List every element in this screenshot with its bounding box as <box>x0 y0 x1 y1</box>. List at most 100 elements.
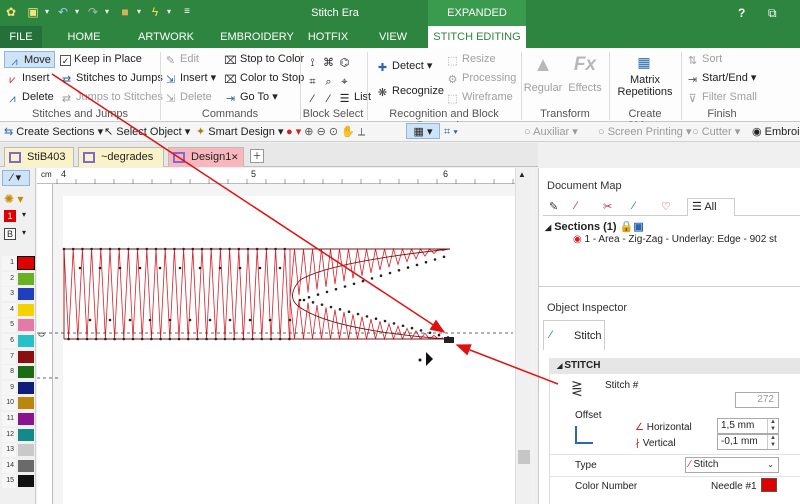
stitch-point[interactable] <box>198 266 202 270</box>
stitch-point[interactable] <box>182 247 185 251</box>
stitch-point[interactable] <box>90 247 93 251</box>
stitch-point[interactable] <box>76 337 80 341</box>
stitch-point[interactable] <box>78 266 82 270</box>
stitch-point[interactable] <box>255 247 259 251</box>
stitch-point[interactable] <box>374 317 378 321</box>
tab-all[interactable]: ☰ All <box>687 198 735 216</box>
type-dropdown[interactable]: ⁄ Stitch ⌄ <box>685 457 779 473</box>
stitch-point[interactable] <box>186 337 190 341</box>
stitch-point[interactable] <box>392 322 396 325</box>
stitch-point[interactable] <box>288 337 291 341</box>
stitch-point[interactable] <box>338 308 342 311</box>
stitch-point[interactable] <box>237 247 241 251</box>
stitch-point[interactable] <box>307 296 311 299</box>
stitch-point[interactable] <box>208 318 212 322</box>
stitch-point[interactable] <box>178 266 182 270</box>
stitch-point[interactable] <box>246 247 250 251</box>
stitch-point[interactable] <box>298 298 302 302</box>
stitch-point[interactable] <box>131 337 135 341</box>
stitch-point[interactable] <box>113 337 116 341</box>
stitch-point[interactable] <box>158 266 162 270</box>
stitch-point[interactable] <box>200 247 204 251</box>
stitch-point[interactable] <box>159 337 162 341</box>
stitch-point[interactable] <box>343 285 347 288</box>
stitch-point[interactable] <box>278 337 282 341</box>
stitch-point[interactable] <box>265 247 268 251</box>
stitch-point[interactable] <box>356 312 360 316</box>
stitch-point[interactable] <box>127 247 130 251</box>
stitch-point[interactable] <box>251 337 254 341</box>
stitch-point[interactable] <box>98 266 102 270</box>
stitch-point[interactable] <box>352 282 356 286</box>
spinner-arrows-icon[interactable]: ▲ ▼ <box>767 435 778 449</box>
stitch-point[interactable] <box>442 255 446 259</box>
stitch-point[interactable] <box>128 318 132 322</box>
pen-tab-icon[interactable]: ✎ <box>549 200 558 213</box>
stitch-point[interactable] <box>268 318 272 322</box>
stitch-point[interactable] <box>118 266 122 270</box>
stitch-point[interactable] <box>71 247 75 251</box>
zig-zag-area[interactable] <box>62 247 451 341</box>
stitch-point[interactable] <box>379 274 383 278</box>
heart-tab-icon[interactable]: ♡ <box>661 200 671 213</box>
stitch-point[interactable] <box>191 247 195 251</box>
stitch-point[interactable] <box>248 318 252 322</box>
chevron-down-icon[interactable]: ⌄ <box>767 458 774 472</box>
stitch-point[interactable] <box>214 337 218 341</box>
stitch-point[interactable] <box>316 293 320 296</box>
stitch-point[interactable] <box>117 247 121 251</box>
needle-tab-icon[interactable]: ⁄ <box>633 200 635 212</box>
stitch-point[interactable] <box>320 303 324 306</box>
horizontal-offset-field[interactable]: 1,5 mm ▲ ▼ <box>717 418 779 434</box>
stitch-point[interactable] <box>173 247 176 251</box>
stitch-point[interactable] <box>196 337 199 341</box>
stitch-point[interactable] <box>383 319 387 323</box>
brush-tab-icon[interactable]: ⁄ <box>575 200 577 212</box>
stitch-point[interactable] <box>99 247 103 251</box>
stitch-point[interactable] <box>365 315 369 318</box>
expand-icon[interactable]: ◢ <box>545 223 551 232</box>
stitch-point[interactable] <box>329 305 333 309</box>
sections-node[interactable]: ◢ Sections (1) 🔒▣ <box>545 220 644 233</box>
stitch-point[interactable] <box>242 337 245 341</box>
stitch-point[interactable] <box>154 247 158 251</box>
stitch-point[interactable] <box>228 247 231 251</box>
section-item[interactable]: ◉ 1 - Area - Zig-Zag - Underlay: Edge - … <box>573 234 777 245</box>
stitch-point[interactable] <box>108 318 112 322</box>
stitch-point[interactable] <box>88 318 92 322</box>
stitch-point[interactable] <box>122 337 126 341</box>
stitch-point[interactable] <box>419 329 423 332</box>
stitch-point[interactable] <box>218 266 222 270</box>
stitch-point[interactable] <box>347 310 351 314</box>
stitch-point[interactable] <box>85 337 89 341</box>
stitch-point[interactable] <box>140 337 144 341</box>
stitch-point[interactable] <box>260 337 264 341</box>
stitch-point[interactable] <box>278 266 282 270</box>
stitch-point[interactable] <box>150 337 153 341</box>
stitch-number-field[interactable]: 272 <box>735 392 779 408</box>
stitch-point[interactable] <box>302 298 306 302</box>
vertical-offset-field[interactable]: -0,1 mm ▲ ▼ <box>717 434 779 450</box>
stitch-point[interactable] <box>437 333 441 337</box>
stitch-point[interactable] <box>228 318 232 322</box>
stitch-point[interactable] <box>288 318 292 322</box>
stitch-point[interactable] <box>163 247 167 251</box>
color-swatch[interactable] <box>761 478 777 492</box>
stitch-point[interactable] <box>223 337 227 341</box>
stitch-point[interactable] <box>334 287 338 291</box>
stitch-point[interactable] <box>424 260 428 264</box>
stitch-point[interactable] <box>219 247 222 251</box>
stitch-point[interactable] <box>325 290 329 294</box>
stitch-point[interactable] <box>168 318 172 322</box>
selected-stitch-marker[interactable] <box>444 337 454 343</box>
stitch-point[interactable] <box>258 266 262 270</box>
stitch-point[interactable] <box>177 337 181 341</box>
scissors-tab-icon[interactable]: ✂ <box>603 200 612 213</box>
stitch-point[interactable] <box>415 263 419 267</box>
stitch-point[interactable] <box>209 247 213 251</box>
stitch-point[interactable] <box>311 301 315 304</box>
tab-stitch-inspector[interactable]: ⁄ Stitch <box>543 320 605 350</box>
stitch-point[interactable] <box>406 266 410 269</box>
stitch-point[interactable] <box>274 247 277 251</box>
stitch-point[interactable] <box>104 337 107 341</box>
